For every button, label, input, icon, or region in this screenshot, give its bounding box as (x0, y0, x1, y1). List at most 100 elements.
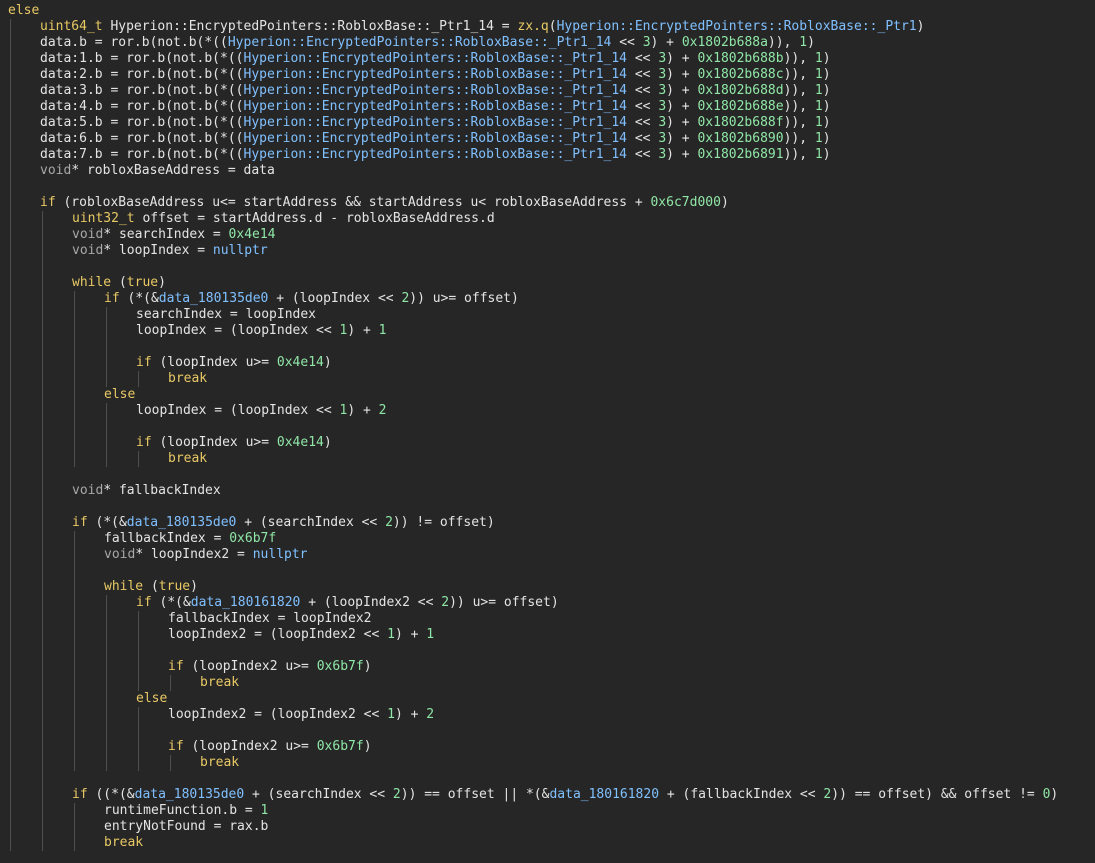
code-token[interactable]: while (72, 275, 111, 290)
code-token[interactable]: )), (784, 147, 815, 162)
code-token[interactable]: )), (784, 131, 815, 146)
code-token[interactable]: << (627, 115, 658, 130)
code-token[interactable]: + (fallbackIndex << (659, 787, 823, 802)
code-token[interactable]: ) + (666, 51, 697, 66)
code-token[interactable]: ) (917, 19, 925, 34)
code-token[interactable]: ) + (395, 707, 426, 722)
code-token[interactable]: if (40, 195, 56, 210)
code-token[interactable]: Hyperion::EncryptedPointers::RobloxBase:… (557, 19, 917, 34)
code-token[interactable]: void (72, 483, 103, 498)
code-line[interactable]: else (0, 691, 1095, 707)
code-token[interactable]: offset = startAddress.d - robloxBaseAddr… (135, 211, 494, 226)
code-token[interactable]: ) + (666, 67, 697, 82)
code-line[interactable]: if ((*(&data_180135de0 + (searchIndex <<… (0, 787, 1095, 803)
code-token[interactable]: uint64_t (40, 19, 103, 34)
code-token[interactable]: ) + (666, 99, 697, 114)
code-token[interactable]: while (104, 579, 143, 594)
code-token[interactable]: if (72, 787, 88, 802)
code-token[interactable]: )), (784, 83, 815, 98)
code-line[interactable] (0, 723, 1095, 739)
code-token[interactable]: *(( (220, 83, 243, 98)
code-token[interactable]: 3 (658, 131, 666, 146)
code-token[interactable]: 3 (658, 67, 666, 82)
code-token[interactable]: *(( (220, 131, 243, 146)
code-line[interactable]: break (0, 835, 1095, 851)
code-token[interactable]: )) == offset) && offset != (831, 787, 1042, 802)
code-token[interactable]: nullptr (213, 243, 268, 258)
code-token[interactable]: ) (823, 99, 831, 114)
code-token[interactable]: if (104, 291, 120, 306)
code-token[interactable]: Hyperion::EncryptedPointers::RobloxBase:… (244, 83, 628, 98)
code-token[interactable]: data:5.b = ror.b(not.b( (40, 115, 220, 130)
code-line[interactable] (0, 419, 1095, 435)
code-line[interactable]: data.b = ror.b(not.b(*((Hyperion::Encryp… (0, 35, 1095, 51)
code-token[interactable]: Hyperion::EncryptedPointers::RobloxBase:… (244, 51, 628, 66)
code-token[interactable]: (loopIndex2 u>= (184, 659, 317, 674)
code-token[interactable]: 2 (385, 515, 393, 530)
code-line[interactable]: break (0, 451, 1095, 467)
code-token[interactable]: *(( (204, 35, 227, 50)
code-line[interactable]: data:4.b = ror.b(not.b(*((Hyperion::Encr… (0, 99, 1095, 115)
code-token[interactable]: + (searchIndex << (236, 515, 385, 530)
code-token[interactable]: void (72, 227, 103, 242)
code-token[interactable]: Hyperion::EncryptedPointers::RobloxBase:… (244, 131, 628, 146)
code-token[interactable]: ) (364, 739, 372, 754)
code-token[interactable]: *(& (111, 787, 134, 802)
code-line[interactable] (0, 643, 1095, 659)
code-token[interactable]: data:7.b = ror.b(not.b( (40, 147, 220, 162)
code-token[interactable]: + (loopIndex << (268, 291, 401, 306)
code-token[interactable]: data:6.b = ror.b(not.b( (40, 131, 220, 146)
code-line[interactable] (0, 499, 1095, 515)
code-line[interactable]: searchIndex = loopIndex (0, 307, 1095, 323)
code-token[interactable]: ) (324, 435, 332, 450)
code-line[interactable] (0, 771, 1095, 787)
code-token[interactable]: ) (823, 83, 831, 98)
code-line[interactable]: void* loopIndex = nullptr (0, 243, 1095, 259)
code-token[interactable]: )) u>= offset) (409, 291, 519, 306)
code-token[interactable]: ) (324, 355, 332, 370)
code-token[interactable]: 0x1802b688d (697, 83, 783, 98)
code-token[interactable]: ( (120, 291, 135, 306)
code-token[interactable]: ) (158, 275, 166, 290)
code-token[interactable]: if (136, 595, 152, 610)
code-token[interactable]: else (104, 387, 135, 402)
code-token[interactable]: 0x6c7d000 (650, 195, 720, 210)
code-line[interactable] (0, 563, 1095, 579)
code-token[interactable]: true (159, 579, 190, 594)
code-token[interactable]: (loopIndex2 u>= (184, 739, 317, 754)
code-line[interactable]: break (0, 371, 1095, 387)
code-token[interactable]: )), (784, 51, 815, 66)
code-token[interactable]: 3 (658, 115, 666, 130)
code-token[interactable]: data_180161820 (549, 787, 659, 802)
code-token[interactable]: + (loopIndex2 << (300, 595, 441, 610)
code-token[interactable]: 0x1802b688c (697, 67, 783, 82)
code-token[interactable]: loopIndex2 = (loopIndex2 << (168, 707, 387, 722)
code-token[interactable]: ) (823, 147, 831, 162)
code-token[interactable]: searchIndex = loopIndex (136, 307, 316, 322)
code-token[interactable]: 1 (815, 115, 823, 130)
code-token[interactable]: (( (88, 787, 111, 802)
code-token[interactable]: data_180135de0 (127, 515, 237, 530)
code-token[interactable]: data.b = ror.b(not.b( (40, 35, 204, 50)
code-token[interactable]: << (627, 147, 658, 162)
code-token[interactable]: 1 (426, 627, 434, 642)
code-token[interactable]: << (627, 131, 658, 146)
code-token[interactable]: 0x1802b688f (697, 115, 783, 130)
code-token[interactable]: fallbackIndex = (104, 531, 229, 546)
code-token[interactable]: ) + (395, 627, 426, 642)
code-token[interactable]: ) (823, 131, 831, 146)
code-token[interactable]: ) (721, 195, 729, 210)
code-token[interactable]: << (611, 35, 642, 50)
code-token[interactable]: 3 (658, 99, 666, 114)
code-token[interactable]: Hyperion::EncryptedPointers::RobloxBase:… (244, 67, 628, 82)
code-token[interactable]: else (8, 3, 39, 18)
code-token[interactable]: data:4.b = ror.b(not.b( (40, 99, 220, 114)
code-line[interactable]: data:3.b = ror.b(not.b(*((Hyperion::Encr… (0, 83, 1095, 99)
code-token[interactable]: 3 (643, 35, 651, 50)
code-line[interactable]: else (0, 387, 1095, 403)
code-line[interactable]: if (*(&data_180161820 + (loopIndex2 << 2… (0, 595, 1095, 611)
code-token[interactable]: fallbackIndex = loopIndex2 (168, 611, 372, 626)
code-line[interactable] (0, 339, 1095, 355)
code-token[interactable]: << (627, 67, 658, 82)
code-token[interactable]: 3 (658, 51, 666, 66)
